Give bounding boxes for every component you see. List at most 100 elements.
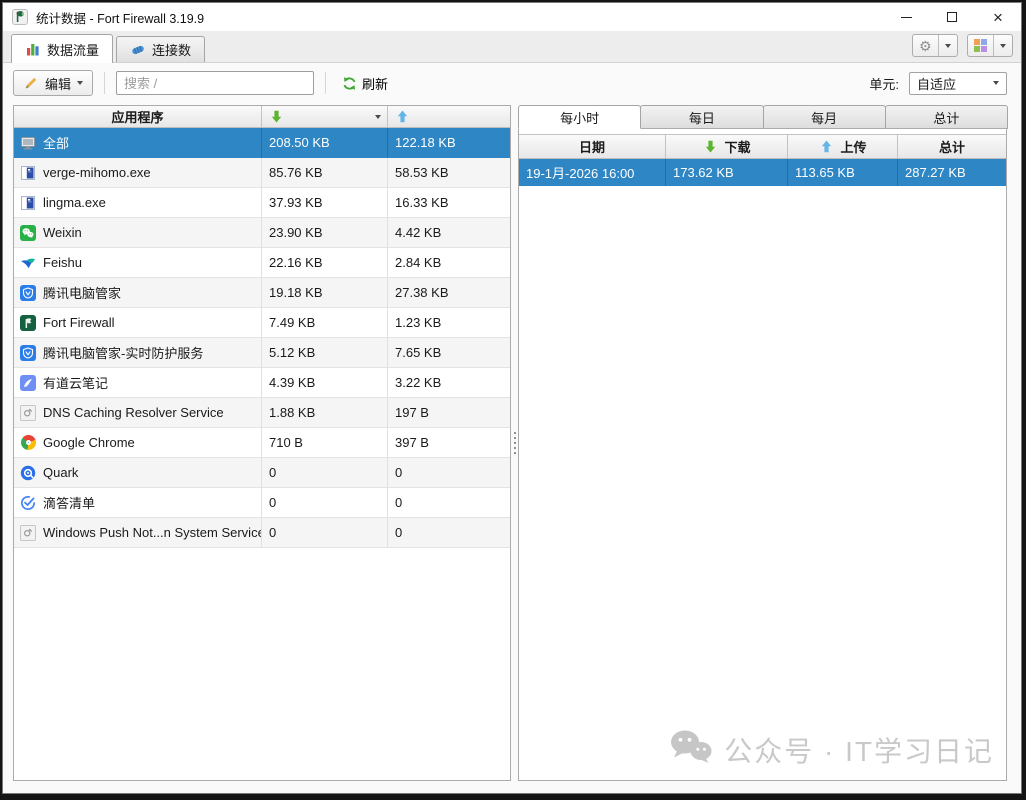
download-value: 37.93 KB — [262, 188, 388, 217]
app-table-row[interactable]: 腾讯电脑管家-实时防护服务 5.12 KB7.65 KB — [14, 338, 510, 368]
app-name: Windows Push Not...n System Service — [43, 525, 262, 540]
download-value: 0 — [262, 458, 388, 487]
upload-value: 0 — [388, 518, 510, 547]
upload-arrow-icon — [818, 139, 834, 155]
column-header-download[interactable]: 下载 — [666, 135, 788, 158]
upload-value: 113.65 KB — [788, 159, 898, 186]
app-table-row[interactable]: Quark 00 — [14, 458, 510, 488]
gear-icon[interactable]: ⚙ — [913, 35, 938, 56]
titlebar: 统计数据 - Fort Firewall 3.19.9 × — [3, 3, 1021, 31]
maximize-button[interactable] — [929, 3, 975, 31]
column-header-upload[interactable] — [388, 106, 510, 127]
edit-button-label: 编辑 — [45, 74, 71, 93]
column-header-upload[interactable]: 上传 — [788, 135, 898, 158]
close-button[interactable]: × — [975, 3, 1021, 31]
app-table-row[interactable]: Google Chrome710 B397 B — [14, 428, 510, 458]
upload-value: 1.23 KB — [388, 308, 510, 337]
download-header-label: 下载 — [724, 137, 750, 156]
download-value: 7.49 KB — [262, 308, 388, 337]
pane-splitter[interactable] — [511, 105, 518, 781]
windows-dropdown-arrow[interactable] — [993, 35, 1012, 56]
minimize-button[interactable] — [883, 3, 929, 31]
tab-total[interactable]: 总计 — [885, 105, 1008, 129]
fort-firewall-app-icon — [12, 9, 28, 25]
unit-dropdown-arrow — [993, 81, 999, 85]
column-header-date[interactable]: 日期 — [519, 135, 666, 158]
pencil-icon — [23, 75, 39, 91]
upload-value: 0 — [388, 458, 510, 487]
tab-traffic-label: 数据流量 — [47, 40, 99, 59]
refresh-button[interactable]: 刷新 — [337, 74, 392, 93]
generic-icon — [20, 525, 36, 541]
upload-value: 7.65 KB — [388, 338, 510, 367]
settings-split-button[interactable]: ⚙ — [912, 34, 958, 57]
app-window-frame: 统计数据 - Fort Firewall 3.19.9 × 数据流量 连接数 ⚙ — [2, 2, 1022, 794]
settings-dropdown-arrow[interactable] — [938, 35, 957, 56]
app-table-row[interactable]: DNS Caching Resolver Service1.88 KB197 B — [14, 398, 510, 428]
traffic-table-row[interactable]: 19-1月-2026 16:00 173.62 KB 113.65 KB 287… — [519, 159, 1006, 186]
total-value: 287.27 KB — [898, 159, 1006, 186]
download-column-menu-arrow[interactable] — [375, 115, 381, 119]
app-table-row[interactable]: 滴答清单00 — [14, 488, 510, 518]
app-name: Fort Firewall — [43, 315, 115, 330]
unit-label: 单元: — [869, 74, 899, 93]
app-table-row[interactable]: 有道云笔记4.39 KB3.22 KB — [14, 368, 510, 398]
traffic-table-header: 日期 下载 上传 总计 — [519, 134, 1006, 159]
toolbar: 编辑 刷新 单元: 自适应 — [3, 63, 1021, 103]
upload-value: 397 B — [388, 428, 510, 457]
download-value: 23.90 KB — [262, 218, 388, 247]
app-table-row[interactable]: Weixin 23.90 KB4.42 KB — [14, 218, 510, 248]
upload-value: 197 B — [388, 398, 510, 427]
tab-hourly[interactable]: 每小时 — [518, 105, 641, 129]
app-table-row[interactable]: Feishu22.16 KB2.84 KB — [14, 248, 510, 278]
app-name: Quark — [43, 465, 78, 480]
app-table-row[interactable]: lingma.exe37.93 KB16.33 KB — [14, 188, 510, 218]
download-value: 5.12 KB — [262, 338, 388, 367]
download-value: 22.16 KB — [262, 248, 388, 277]
upload-value: 4.42 KB — [388, 218, 510, 247]
download-arrow-icon — [268, 109, 284, 125]
download-value: 173.62 KB — [666, 159, 788, 186]
unit-value: 自适应 — [917, 74, 956, 93]
app-table-row[interactable]: Fort Firewall 7.49 KB1.23 KB — [14, 308, 510, 338]
column-header-application[interactable]: 应用程序 — [14, 106, 262, 127]
app-table-row[interactable]: 腾讯电脑管家19.18 KB27.38 KB — [14, 278, 510, 308]
download-value: 208.50 KB — [262, 128, 388, 157]
column-header-total[interactable]: 总计 — [898, 135, 1006, 158]
tab-connections[interactable]: 连接数 — [116, 36, 205, 62]
date-value: 19-1月-2026 16:00 — [519, 159, 666, 186]
search-input[interactable] — [116, 71, 314, 95]
wechat-watermark-icon — [668, 727, 714, 772]
upload-header-label: 上传 — [840, 137, 866, 156]
tencent-shield-icon — [20, 285, 36, 301]
tencent-shield-icon — [20, 345, 36, 361]
app-name: Feishu — [43, 255, 82, 270]
app-table-body: 全部208.50 KB122.18 KBverge-mihomo.exe85.7… — [14, 128, 510, 548]
toolbar-separator — [104, 72, 105, 94]
app-name: 腾讯电脑管家-实时防护服务 — [43, 343, 203, 362]
download-value: 19.18 KB — [262, 278, 388, 307]
app-table-row[interactable]: verge-mihomo.exe85.76 KB58.53 KB — [14, 158, 510, 188]
download-value: 1.88 KB — [262, 398, 388, 427]
unit-combobox[interactable]: 自适应 — [909, 72, 1007, 95]
app-name: 滴答清单 — [43, 493, 95, 512]
tab-daily[interactable]: 每日 — [640, 105, 763, 129]
connection-icon — [130, 42, 146, 58]
windows-menu-button[interactable] — [967, 34, 1014, 57]
tab-monthly[interactable]: 每月 — [763, 105, 886, 129]
app-name: Weixin — [43, 225, 82, 240]
app-table-row[interactable]: Windows Push Not...n System Service00 — [14, 518, 510, 548]
tab-connections-label: 连接数 — [152, 40, 191, 59]
edit-button[interactable]: 编辑 — [13, 70, 93, 96]
tab-traffic[interactable]: 数据流量 — [11, 34, 113, 63]
column-header-download[interactable] — [262, 106, 388, 127]
upload-arrow-icon — [394, 109, 410, 125]
app-table-row[interactable]: 全部208.50 KB122.18 KB — [14, 128, 510, 158]
youdao-icon — [20, 375, 36, 391]
watermark: 公众号 · IT学习日记 — [668, 727, 994, 772]
quark-icon — [20, 465, 36, 481]
upload-value: 3.22 KB — [388, 368, 510, 397]
download-value: 0 — [262, 488, 388, 517]
toolbar-separator — [325, 72, 326, 94]
app-table: 应用程序 全部208.50 KB122.18 KBverge-mihomo.ex… — [13, 105, 511, 781]
